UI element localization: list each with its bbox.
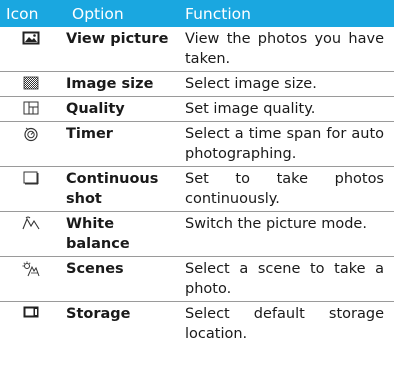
timer-icon — [24, 127, 38, 142]
function-text: Select a time span for auto photographin… — [185, 126, 384, 162]
option-label: White balance — [66, 216, 130, 252]
white-balance-icon — [22, 216, 40, 230]
function-text: Select default storage location. — [185, 306, 384, 342]
storage-icon — [23, 306, 39, 318]
function-text: Set image quality. — [185, 101, 316, 117]
option-label: Continuous shot — [66, 171, 159, 207]
option-label: View picture — [66, 31, 169, 47]
table-row: Timer Select a time span for auto photog… — [0, 122, 394, 167]
function-text: Select image size. — [185, 76, 317, 92]
table-row: Continuous shot Set to take photos conti… — [0, 167, 394, 212]
table-row: Scenes Select a scene to take a photo. — [0, 257, 394, 302]
options-table: Icon Option Function View picture View t… — [0, 0, 394, 347]
image-size-icon — [23, 76, 39, 90]
table-row: View picture View the photos you have ta… — [0, 27, 394, 72]
table-row: Image size Select image size. — [0, 72, 394, 97]
table-row: White balance Switch the picture mode. — [0, 212, 394, 257]
header-icon-col: Icon — [6, 4, 39, 23]
option-label: Storage — [66, 306, 131, 322]
scenes-icon — [22, 261, 40, 277]
table-row: Quality Set image quality. — [0, 97, 394, 122]
header-option-col: Option — [72, 4, 124, 23]
option-label: Image size — [66, 76, 154, 92]
function-text: View the photos you have taken. — [185, 31, 384, 67]
quality-icon — [23, 101, 39, 115]
header-function-col: Function — [185, 4, 251, 23]
option-label: Timer — [66, 126, 113, 142]
table-row: Storage Select default storage location. — [0, 302, 394, 347]
view-picture-icon — [22, 31, 40, 45]
table-header: Icon Option Function — [0, 0, 394, 27]
function-text: Select a scene to take a photo. — [185, 261, 384, 297]
option-label: Scenes — [66, 261, 124, 277]
continuous-shot-icon — [23, 171, 39, 185]
function-text: Switch the picture mode. — [185, 216, 367, 232]
function-text: Set to take photos continuously. — [185, 171, 384, 207]
option-label: Quality — [66, 101, 125, 117]
